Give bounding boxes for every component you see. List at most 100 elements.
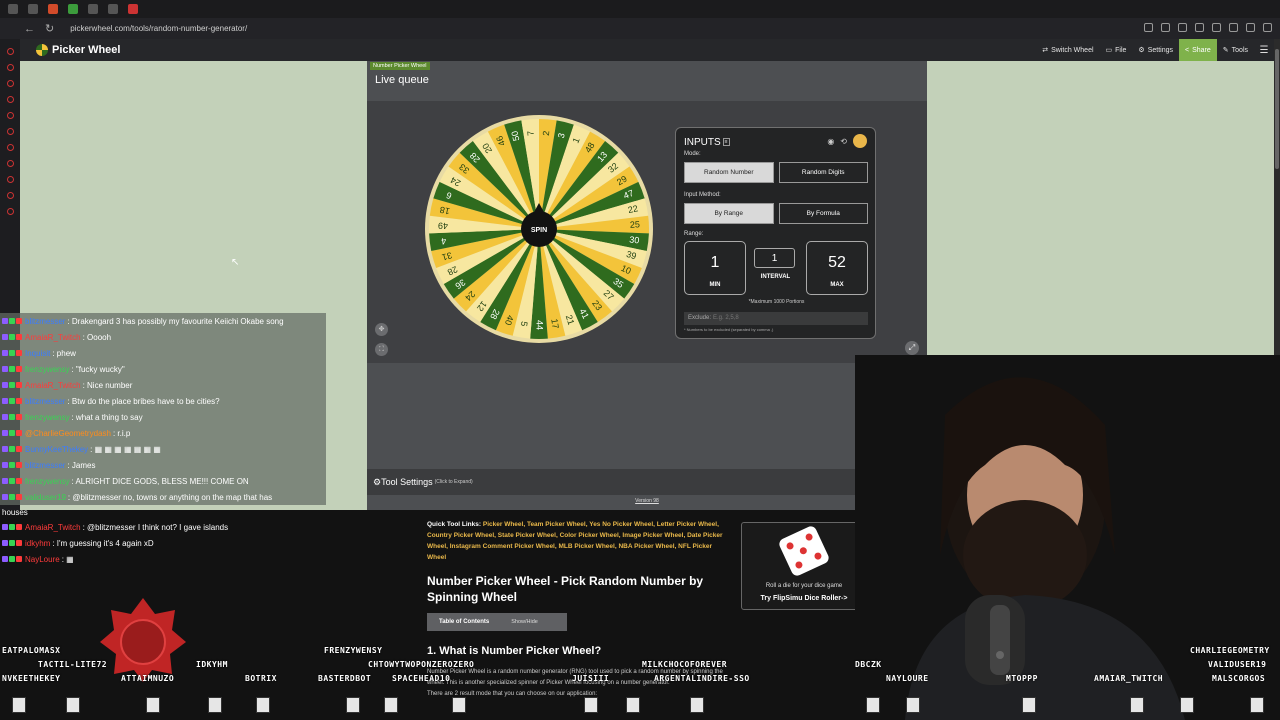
switch-wheel-button[interactable]: ⇄ Switch Wheel (1036, 39, 1099, 61)
coin-icon[interactable] (853, 134, 867, 148)
random-digits-button[interactable]: Random Digits (778, 162, 868, 183)
tool-settings-bar[interactable]: ⚙Tool Settings(Click to Expand) ⌄ (367, 469, 927, 495)
toc-toggle[interactable]: Show/Hide (511, 619, 538, 625)
random-number-button[interactable]: Random Number (684, 162, 774, 183)
chat-text: : Nice number (82, 380, 133, 390)
nav-label: Share (1192, 46, 1211, 54)
dice-roller-card[interactable]: Roll a die for your dice game Try FlipSi… (741, 522, 867, 610)
viewer-name: CHARLIEGEOMETRY (1190, 646, 1270, 655)
extension-icon[interactable] (1246, 23, 1255, 32)
sidebar-app-icon[interactable] (6, 160, 14, 167)
chat-badge-icon (2, 350, 22, 356)
sidebar-app-icon[interactable] (6, 208, 14, 215)
site-brand[interactable]: Picker Wheel (52, 44, 120, 56)
share-button[interactable]: < Share (1179, 39, 1217, 61)
chat-username[interactable]: frenzywensy (25, 477, 69, 486)
mode-label: Mode: (684, 151, 701, 157)
reload-icon[interactable]: ↻ (45, 22, 54, 35)
sidebar-app-icon[interactable] (6, 80, 14, 87)
tab-icon[interactable] (68, 4, 78, 14)
picker-wheel-logo-icon[interactable] (36, 44, 48, 56)
dice-roller-link[interactable]: Try FlipSimu Dice Roller-> (742, 595, 866, 602)
extension-icon[interactable] (1161, 23, 1170, 32)
scrollbar-thumb[interactable] (1275, 49, 1279, 169)
chat-username[interactable]: Inquisit (25, 349, 50, 358)
chat-username[interactable]: BunnyKeeThekey (25, 445, 88, 454)
shuffle-icon[interactable]: ✥ (375, 323, 388, 336)
chat-username[interactable]: blitzmesser (25, 461, 65, 470)
browser-tab-strip (0, 0, 1280, 18)
max-field[interactable]: 52 MAX (806, 241, 868, 295)
chat-username[interactable]: AmaiaR_Twitch (25, 523, 81, 532)
chat-username[interactable]: @CharlieGeometrydash (25, 429, 111, 438)
sidebar-app-icon[interactable] (6, 192, 14, 199)
file-button[interactable]: ▭ File (1100, 39, 1133, 61)
chat-username[interactable]: frenzywensy (25, 365, 69, 374)
back-arrow-icon[interactable]: ← (24, 23, 35, 35)
sidebar-app-icon[interactable] (6, 176, 14, 183)
tools-button[interactable]: ✎ Tools (1217, 39, 1254, 61)
exclude-field[interactable]: Exclude: E.g. 2,5,8 (684, 312, 868, 325)
viewer-name: VALIDUSER19 (1208, 660, 1267, 669)
tab-icon[interactable] (28, 4, 38, 14)
chat-badge-icon (2, 318, 22, 324)
tab-icon[interactable] (88, 4, 98, 14)
number-wheel[interactable]: 2 314813322947222530391035272341211744540… (423, 113, 655, 345)
extension-icon[interactable] (1229, 23, 1238, 32)
chat-username[interactable]: validuser19 (25, 493, 66, 502)
chat-username[interactable]: NayLoure (25, 555, 60, 564)
chat-text: : what a thing to say (71, 412, 143, 422)
viewer-name: MTOPPP (1006, 674, 1038, 683)
by-formula-button[interactable]: By Formula (778, 203, 868, 224)
tool-settings-hint: (Click to Expand) (434, 479, 473, 485)
chat-message: Inquisit: phew (0, 345, 326, 361)
tab-icon[interactable] (48, 4, 58, 14)
sidebar-app-icon[interactable] (6, 48, 14, 55)
menu-icon[interactable]: ☰ (1254, 45, 1274, 56)
table-of-contents[interactable]: Table of Contents Show/Hide (427, 613, 567, 631)
sidebar-app-icon[interactable] (6, 128, 14, 135)
viewer-name: EATPALOMASX (2, 646, 61, 655)
min-field[interactable]: 1 MIN (684, 241, 746, 295)
interval-value[interactable]: 1 (754, 248, 795, 268)
interval-field: 1 INTERVAL (754, 248, 797, 280)
refresh-icon[interactable]: ⟲ (840, 137, 847, 146)
spin-label[interactable]: SPIN (531, 227, 547, 234)
sidebar-app-icon[interactable] (6, 112, 14, 119)
wheel-title[interactable]: Live queue (375, 74, 429, 86)
extension-icon[interactable] (1178, 23, 1187, 32)
chat-username[interactable]: idkyhm (25, 539, 50, 548)
chat-badge-icon (2, 556, 22, 562)
sidebar-app-icon[interactable] (6, 144, 14, 151)
wheel-slice-label: 2 (541, 130, 551, 136)
chat-username[interactable]: frenzywensy (25, 413, 69, 422)
extension-icon[interactable] (1263, 23, 1272, 32)
extension-icon[interactable] (1144, 23, 1153, 32)
tab-icon[interactable] (108, 4, 118, 14)
eye-icon[interactable]: ◉ (827, 137, 834, 146)
settings-button[interactable]: ⚙ Settings (1132, 39, 1179, 61)
viewer-avatar-sprite (1180, 697, 1194, 713)
url-field[interactable]: pickerwheel.com/tools/random-number-gene… (70, 24, 247, 33)
chat-username[interactable]: AmaiaR_Twitch (25, 333, 81, 342)
version-link[interactable]: Version 98 (367, 498, 927, 504)
tab-icon[interactable] (128, 4, 138, 14)
min-value[interactable]: 1 (685, 254, 745, 272)
min-caption: MIN (709, 282, 721, 288)
max-value[interactable]: 52 (807, 254, 867, 272)
sidebar-app-icon[interactable] (6, 96, 14, 103)
viewer-name: SPACEHEAD10 (392, 674, 451, 683)
fullscreen-icon[interactable]: ⛶ (375, 343, 388, 356)
viewer-avatar-sprite (452, 697, 466, 713)
chat-username[interactable]: AmaiaR_Twitch (25, 381, 81, 390)
extension-icon[interactable] (1212, 23, 1221, 32)
expand-icon[interactable]: ⤢ (905, 341, 919, 355)
chat-username[interactable]: blitzmesser (25, 317, 65, 326)
tab-icon[interactable] (8, 4, 18, 14)
chat-badge-icon (2, 334, 22, 340)
sidebar-app-icon[interactable] (6, 64, 14, 71)
by-range-button[interactable]: By Range (684, 203, 774, 224)
info-icon[interactable]: ≡ (722, 138, 730, 147)
extension-icon[interactable] (1195, 23, 1204, 32)
chat-username[interactable]: blitzmesser (25, 397, 65, 406)
